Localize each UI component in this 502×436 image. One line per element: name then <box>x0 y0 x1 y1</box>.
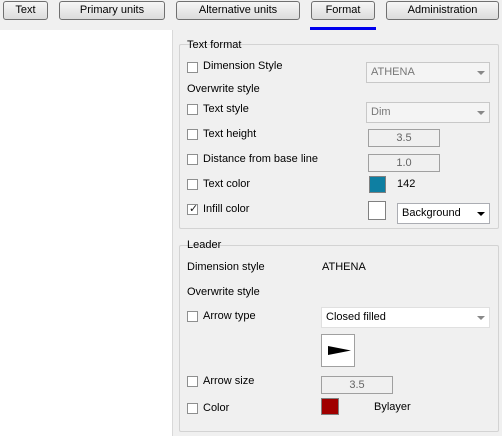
arrow-type-select[interactable]: Closed filled <box>321 307 490 328</box>
tab-text[interactable]: Text <box>3 1 48 20</box>
distance-checkbox[interactable] <box>187 154 198 165</box>
text-style-select[interactable]: Dim <box>366 102 490 123</box>
dimension-style-select[interactable]: ATHENA <box>366 62 490 83</box>
tab-alternative-units[interactable]: Alternative units <box>176 1 300 20</box>
infill-color-swatch[interactable] <box>368 201 386 220</box>
text-color-value: 142 <box>397 178 416 190</box>
overwrite-style-label: Overwrite style <box>187 83 260 95</box>
text-height-label: Text height <box>203 128 257 140</box>
pane-divider <box>172 30 173 436</box>
leader-title: Leader <box>187 239 222 251</box>
leader-color-label: Color <box>203 402 230 414</box>
text-style-label: Text style <box>203 103 249 115</box>
arrow-size-label: Arrow size <box>203 375 255 387</box>
left-preview-pane <box>0 30 172 436</box>
infill-color-select[interactable]: Background <box>397 203 490 224</box>
tab-primary-units[interactable]: Primary units <box>59 1 165 20</box>
closed-filled-arrow-icon <box>328 346 351 355</box>
text-format-title: Text format <box>187 39 242 51</box>
leader-color-swatch[interactable] <box>321 398 339 415</box>
leader-dimension-style-label: Dimension style <box>187 261 265 273</box>
text-style-checkbox[interactable] <box>187 104 198 115</box>
checkmark-icon: ✓ <box>189 203 199 215</box>
infill-color-label: Infill color <box>203 203 250 215</box>
active-tab-indicator <box>310 27 376 30</box>
chevron-down-icon <box>477 71 485 75</box>
dimension-style-value: ATHENA <box>371 66 415 78</box>
distance-label: Distance from base line <box>203 153 318 165</box>
arrow-size-checkbox[interactable] <box>187 376 198 387</box>
text-color-label: Text color <box>203 178 251 190</box>
infill-color-checkbox[interactable]: ✓ <box>187 203 199 215</box>
tab-format[interactable]: Format <box>311 1 375 20</box>
chevron-down-icon <box>477 316 485 320</box>
dimension-style-checkbox[interactable] <box>187 62 198 73</box>
tab-administration[interactable]: Administration <box>386 1 499 20</box>
text-style-value: Dim <box>371 106 391 118</box>
distance-field[interactable]: 1.0 <box>368 154 440 172</box>
arrow-size-field[interactable]: 3.5 <box>321 376 393 394</box>
arrow-type-value: Closed filled <box>326 311 386 323</box>
chevron-down-icon <box>477 212 485 216</box>
leader-overwrite-style-label: Overwrite style <box>187 286 260 298</box>
infill-color-value: Background <box>402 207 461 219</box>
dimension-style-label: Dimension Style <box>203 60 283 72</box>
text-color-swatch[interactable] <box>369 176 386 193</box>
text-height-field[interactable]: 3.5 <box>368 129 440 147</box>
text-color-checkbox[interactable] <box>187 179 198 190</box>
leader-dimension-style-value: ATHENA <box>322 261 366 273</box>
leader-color-checkbox[interactable] <box>187 403 198 414</box>
arrow-type-label: Arrow type <box>203 310 256 322</box>
leader-color-value: Bylayer <box>374 401 411 413</box>
arrow-type-checkbox[interactable] <box>187 311 198 322</box>
arrow-preview <box>321 334 355 367</box>
text-height-checkbox[interactable] <box>187 129 198 140</box>
chevron-down-icon <box>477 111 485 115</box>
